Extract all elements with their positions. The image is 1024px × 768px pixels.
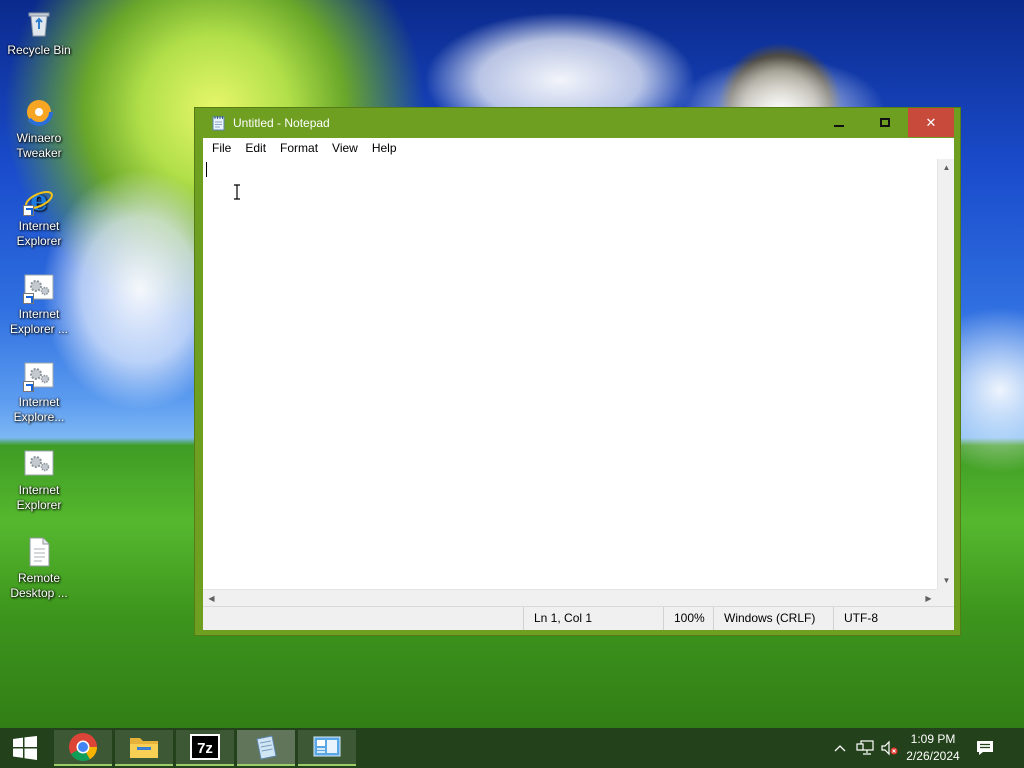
system-clock[interactable]: 1:09 PM 2/26/2024: [900, 731, 966, 765]
show-hidden-icons-button[interactable]: [830, 728, 850, 768]
desktop-icon-label: Internet Explorer: [16, 219, 62, 248]
volume-tray-button[interactable]: [878, 728, 900, 768]
desktop-icon-internet-explorer-settings-3[interactable]: Internet Explorer: [4, 448, 74, 513]
7zip-icon: 7z: [190, 734, 220, 760]
notepad-window[interactable]: Untitled - Notepad ✕ File Edit Format Vi…: [194, 107, 961, 636]
settings-shortcut-icon: [23, 360, 55, 392]
text-editor[interactable]: [203, 159, 937, 589]
desktop-icon-internet-explorer-settings-2[interactable]: Internet Explore...: [4, 360, 74, 425]
taskbar-app-file-explorer[interactable]: [115, 730, 173, 766]
action-center-button[interactable]: [970, 728, 1000, 768]
start-button[interactable]: [0, 728, 50, 768]
scroll-left-arrow-icon[interactable]: ◀: [203, 590, 220, 607]
menu-format[interactable]: Format: [273, 138, 325, 159]
desktop-icon-internet-explorer-settings-1[interactable]: Internet Explorer ...: [4, 272, 74, 337]
desktop-icon-internet-explorer[interactable]: e Internet Explorer: [4, 184, 74, 249]
folder-icon: [130, 738, 158, 758]
close-icon: ✕: [925, 114, 937, 130]
taskbar-app-control-panel[interactable]: [298, 730, 356, 766]
desktop-icon-label: Recycle Bin: [7, 43, 71, 57]
scrollbar-corner: [937, 589, 954, 606]
desktop-icon-recycle-bin[interactable]: Recycle Bin: [4, 8, 74, 58]
scroll-right-arrow-icon[interactable]: ▶: [920, 590, 937, 607]
menu-help[interactable]: Help: [365, 138, 404, 159]
windows-logo-icon: [13, 736, 37, 760]
menu-view[interactable]: View: [325, 138, 365, 159]
title-bar[interactable]: Untitled - Notepad ✕: [195, 108, 960, 138]
svg-text:7z: 7z: [197, 740, 213, 757]
desktop-icon-label: Internet Explore...: [13, 395, 65, 424]
horizontal-scrollbar[interactable]: ◀ ▶: [203, 589, 937, 606]
settings-icon: [23, 448, 55, 480]
status-zoom: 100%: [663, 607, 713, 630]
text-caret: [206, 162, 207, 177]
menu-edit[interactable]: Edit: [238, 138, 273, 159]
desktop-icon-label: Internet Explorer: [16, 483, 62, 512]
status-bar: Ln 1, Col 1 100% Windows (CRLF) UTF-8: [203, 606, 954, 630]
status-line-ending: Windows (CRLF): [713, 607, 833, 630]
desktop-icon-label: Internet Explorer ...: [9, 307, 69, 336]
maximize-icon: [880, 118, 890, 127]
taskbar-app-notepad[interactable]: [237, 730, 295, 766]
network-tray-button[interactable]: [854, 728, 876, 768]
recycle-bin-icon: [23, 8, 55, 40]
close-button[interactable]: ✕: [908, 108, 954, 137]
volume-muted-icon: [881, 740, 898, 756]
taskbar-app-chrome[interactable]: [54, 730, 112, 766]
minimize-icon: [834, 124, 844, 127]
menu-file[interactable]: File: [205, 138, 238, 159]
chrome-icon: [69, 733, 98, 762]
document-icon: [23, 536, 55, 568]
winaero-tweaker-icon: [23, 96, 55, 128]
minimize-button[interactable]: [816, 108, 862, 137]
settings-shortcut-icon: [23, 272, 55, 304]
shortcut-arrow-icon: [23, 293, 34, 304]
taskbar-app-7zip[interactable]: 7z: [176, 730, 234, 766]
notification-icon: [977, 741, 993, 755]
scroll-down-arrow-icon[interactable]: ▼: [938, 572, 955, 589]
ibeam-cursor-icon: [234, 184, 240, 200]
notepad-icon: [212, 116, 225, 131]
chevron-up-icon: [834, 745, 846, 752]
vertical-scrollbar[interactable]: ▲ ▼: [937, 159, 954, 589]
shortcut-arrow-icon: [23, 381, 34, 392]
clock-time: 1:09 PM: [910, 732, 956, 746]
menu-bar: File Edit Format View Help: [203, 138, 954, 159]
desktop-icon-remote-desktop[interactable]: Remote Desktop ...: [4, 536, 74, 601]
notepad-taskbar-icon: [256, 735, 277, 760]
scroll-up-arrow-icon[interactable]: ▲: [938, 159, 955, 176]
desktop-icon-label: Remote Desktop ...: [10, 571, 68, 600]
window-title: Untitled - Notepad: [233, 116, 330, 130]
status-cursor-position: Ln 1, Col 1: [523, 607, 663, 630]
clock-date: 2/26/2024: [906, 749, 960, 763]
maximize-button[interactable]: [862, 108, 908, 137]
taskbar: 7z 1:09 PM 2/26/2024: [0, 728, 1024, 768]
network-icon: [856, 740, 874, 755]
internet-explorer-icon: e: [23, 184, 55, 217]
shortcut-arrow-icon: [23, 205, 34, 216]
desktop-icon-label: Winaero Tweaker: [16, 131, 62, 160]
control-panel-icon: [313, 736, 341, 757]
status-encoding: UTF-8: [833, 607, 954, 630]
desktop-icon-winaero-tweaker[interactable]: Winaero Tweaker: [4, 96, 74, 161]
